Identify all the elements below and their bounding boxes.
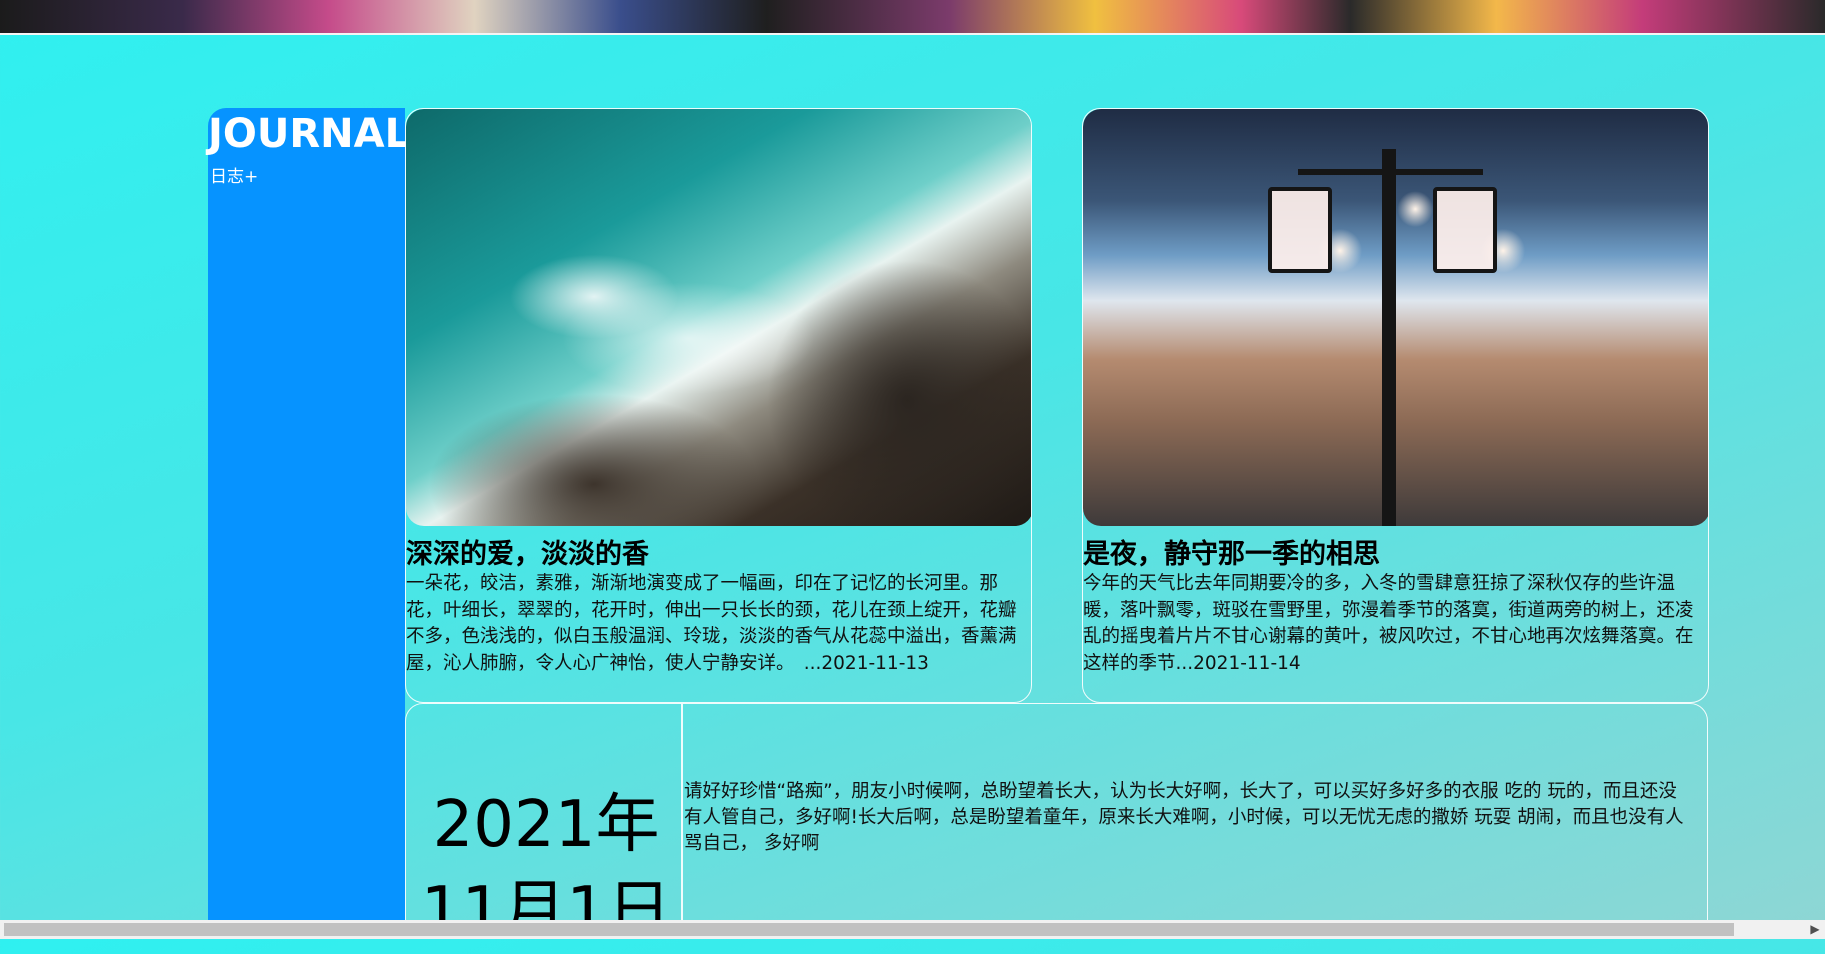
card-title[interactable]: 是夜，静守那一季的相思 xyxy=(1083,532,1380,571)
card-excerpt: 今年的天气比去年同期要冷的多，入冬的雪肆意狂掠了深秋仅存的些许温暖，落叶飘零，斑… xyxy=(1083,573,1694,674)
diary-text: 请好好珍惜“路痴”，朋友小时候啊，总盼望着长大，认为长大好啊，长大了，可以买好多… xyxy=(684,781,1684,854)
diary-date-panel: 2021年11月1日 xyxy=(405,703,682,948)
brand-title: JOURNAL xyxy=(208,111,411,157)
card-image-streetlamp xyxy=(1083,109,1708,526)
card-title[interactable]: 深深的爱，淡淡的香 xyxy=(406,532,649,571)
scroll-right-icon[interactable]: ▶ xyxy=(1807,920,1823,939)
journal-add-link[interactable]: 日志+ xyxy=(210,162,258,187)
diary-note-panel: 请好好珍惜“路痴”，朋友小时候啊，总盼望着长大，认为长大好啊，长大了，可以买好多… xyxy=(682,703,1708,923)
card-image-ocean xyxy=(406,109,1031,526)
lamp-right-shape xyxy=(1433,187,1497,273)
header-banner-image xyxy=(0,0,1825,35)
lamp-post-shape xyxy=(1382,149,1396,526)
lamp-left-shape xyxy=(1268,187,1332,273)
card-excerpt: 一朵花，皎洁，素雅，渐渐地演变成了一幅画，印在了记忆的长河里。那花，叶细长，翠翠… xyxy=(406,573,1017,674)
scrollbar-thumb[interactable] xyxy=(4,923,1734,936)
sidebar: JOURNAL 日志+ xyxy=(208,108,410,920)
journal-card[interactable]: 深深的爱，淡淡的香 一朵花，皎洁，素雅，渐渐地演变成了一幅画，印在了记忆的长河里… xyxy=(405,108,1032,703)
horizontal-scrollbar[interactable]: ▶ xyxy=(0,920,1825,939)
journal-card[interactable]: 是夜，静守那一季的相思 今年的天气比去年同期要冷的多，入冬的雪肆意狂掠了深秋仅存… xyxy=(1082,108,1709,703)
